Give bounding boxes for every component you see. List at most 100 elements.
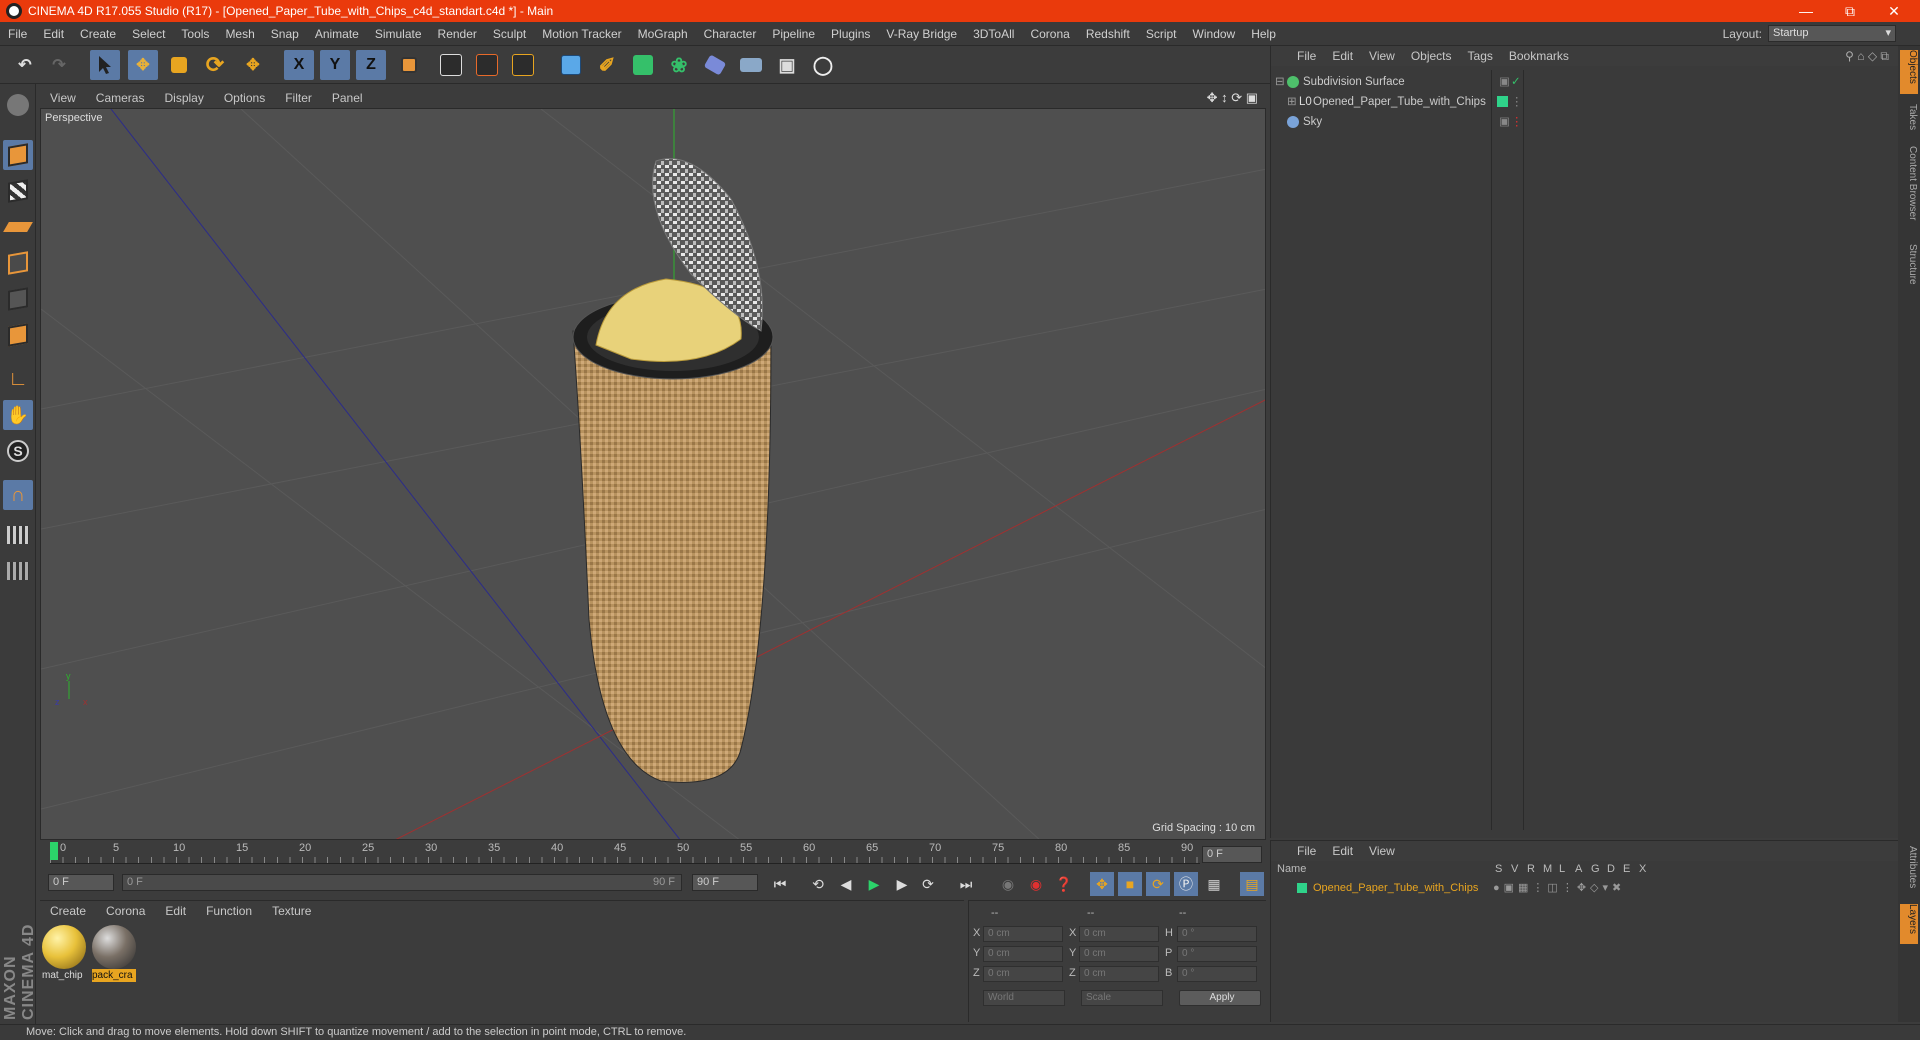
material-menu-texture[interactable]: Texture: [262, 904, 321, 918]
tab-structure[interactable]: Structure: [1900, 244, 1918, 294]
viewport-nav-icon[interactable]: ✥ ↕ ⟳ ▣: [1207, 90, 1258, 106]
viewport-menu-view[interactable]: View: [40, 91, 86, 105]
spline-pen-icon[interactable]: ✐: [592, 50, 622, 80]
menu-file[interactable]: File: [0, 27, 35, 41]
viewport-menu-panel[interactable]: Panel: [322, 91, 373, 105]
objects-menu-view[interactable]: View: [1361, 49, 1403, 63]
next-frame-icon[interactable]: ▶: [890, 872, 914, 896]
menu-animate[interactable]: Animate: [307, 27, 367, 41]
object-row-sky[interactable]: Sky ▣ ⋮: [1271, 112, 1899, 132]
viewport-menu-cameras[interactable]: Cameras: [86, 91, 155, 105]
object-row-subdivision-surface[interactable]: ⊟ Subdivision Surface ▣ ✓: [1271, 72, 1899, 92]
axis-mode-icon[interactable]: ∟: [3, 364, 33, 394]
tab-takes[interactable]: Takes: [1900, 104, 1918, 138]
go-to-end-icon[interactable]: ⏭: [954, 872, 978, 896]
autokey-icon[interactable]: ◉: [1024, 872, 1048, 896]
camera-icon[interactable]: ▣: [772, 50, 802, 80]
timeline-window-icon[interactable]: ▤: [1240, 872, 1264, 896]
scale-tool-icon[interactable]: [164, 50, 194, 80]
menu-edit[interactable]: Edit: [35, 27, 72, 41]
z-axis-button[interactable]: Z: [356, 50, 386, 80]
layers-menu-view[interactable]: View: [1361, 844, 1403, 858]
perspective-viewport[interactable]: y z x Perspective Grid Spacing : 10 cm: [40, 108, 1266, 840]
next-key-icon[interactable]: ⟳: [916, 872, 940, 896]
texture-mode-icon[interactable]: [3, 176, 33, 206]
record-keyframe-icon[interactable]: ◉: [996, 872, 1020, 896]
scale-dropdown[interactable]: Scale: [1081, 990, 1163, 1006]
x-axis-button[interactable]: X: [284, 50, 314, 80]
key-pla-icon[interactable]: ▦: [1202, 872, 1226, 896]
render-picture-viewer-icon[interactable]: [472, 50, 502, 80]
material-item[interactable]: mat_chip: [42, 925, 88, 985]
layers-menu-edit[interactable]: Edit: [1324, 844, 1361, 858]
layer-color-swatch[interactable]: [1497, 96, 1508, 107]
key-parameter-icon[interactable]: Ⓟ: [1174, 872, 1198, 896]
tab-attributes[interactable]: Attributes: [1900, 846, 1918, 896]
viewport-menu-options[interactable]: Options: [214, 91, 275, 105]
layer-toggle-icons[interactable]: ●▣▦⋮◫⋮✥◇▾✖: [1493, 879, 1625, 897]
menu-help[interactable]: Help: [1243, 27, 1284, 41]
workplane-grid-icon[interactable]: [3, 556, 33, 586]
size-x-field[interactable]: 0 cm: [1079, 926, 1159, 942]
magnet-icon[interactable]: ∩: [3, 480, 33, 510]
menu-create[interactable]: Create: [72, 27, 124, 41]
menu-sculpt[interactable]: Sculpt: [485, 27, 534, 41]
snap-icon[interactable]: S: [3, 436, 33, 466]
material-menu-function[interactable]: Function: [196, 904, 262, 918]
visibility-dots-icon[interactable]: ⋮: [1511, 112, 1523, 132]
tab-content-browser[interactable]: Content Browser: [1900, 146, 1918, 236]
menu-simulate[interactable]: Simulate: [367, 27, 430, 41]
enabled-check-icon[interactable]: ✓: [1511, 72, 1521, 92]
deformer-icon[interactable]: [700, 50, 730, 80]
play-icon[interactable]: ▶: [862, 872, 886, 896]
cube-object-icon[interactable]: [556, 50, 586, 80]
menu-3dtoall[interactable]: 3DToAll: [965, 27, 1022, 41]
rot-h-field[interactable]: 0 °: [1177, 926, 1257, 942]
layout-dropdown[interactable]: Startup ▾: [1768, 25, 1896, 42]
key-rotation-icon[interactable]: ⟳: [1146, 872, 1170, 896]
menu-render[interactable]: Render: [430, 27, 485, 41]
tab-layers[interactable]: Layers: [1900, 904, 1918, 944]
objects-menu-tags[interactable]: Tags: [1460, 49, 1501, 63]
pos-y-field[interactable]: 0 cm: [983, 946, 1063, 962]
nurbs-icon[interactable]: [628, 50, 658, 80]
timeline-ruler[interactable]: 0 5 10 15 20 25 30 35 40 45 50 55 60 65 …: [40, 840, 1266, 866]
workplane-mode-icon[interactable]: [3, 212, 33, 242]
redo-icon[interactable]: ↷: [44, 50, 74, 80]
viewport-menu-display[interactable]: Display: [154, 91, 213, 105]
objects-menu-objects[interactable]: Objects: [1403, 49, 1460, 63]
render-view-icon[interactable]: [436, 50, 466, 80]
go-to-start-icon[interactable]: ⏮: [768, 872, 792, 896]
select-tool-icon[interactable]: [90, 50, 120, 80]
coordinate-system-icon[interactable]: [394, 50, 424, 80]
material-menu-create[interactable]: Create: [40, 904, 96, 918]
lock-workplane-icon[interactable]: [3, 520, 33, 550]
move-tool-icon[interactable]: ✥: [128, 50, 158, 80]
previous-key-icon[interactable]: ⟲: [806, 872, 830, 896]
size-y-field[interactable]: 0 cm: [1079, 946, 1159, 962]
tab-objects[interactable]: Objects: [1900, 50, 1918, 94]
menu-window[interactable]: Window: [1185, 27, 1244, 41]
key-scale-icon[interactable]: ■: [1118, 872, 1142, 896]
edges-mode-icon[interactable]: [3, 284, 33, 314]
layers-menu-file[interactable]: File: [1271, 844, 1324, 858]
menu-vray-bridge[interactable]: V-Ray Bridge: [878, 27, 965, 41]
polygons-mode-icon[interactable]: [3, 320, 33, 350]
frame-range-slider[interactable]: 0 F 90 F: [122, 874, 682, 891]
visibility-dots-icon[interactable]: ⋮: [1511, 92, 1523, 112]
layer-icon[interactable]: ▣: [1499, 112, 1510, 132]
menu-script[interactable]: Script: [1138, 27, 1185, 41]
menu-mograph[interactable]: MoGraph: [630, 27, 696, 41]
keyframe-selection-icon[interactable]: ❓: [1052, 872, 1076, 896]
layer-row[interactable]: Opened_Paper_Tube_with_Chips ●▣▦⋮◫⋮✥◇▾✖: [1271, 879, 1899, 897]
menu-plugins[interactable]: Plugins: [823, 27, 878, 41]
make-editable-icon[interactable]: [3, 90, 33, 120]
objects-menu-edit[interactable]: Edit: [1324, 49, 1361, 63]
start-frame-field[interactable]: 0 F: [48, 874, 114, 891]
apply-button[interactable]: Apply: [1179, 990, 1261, 1006]
menu-tools[interactable]: Tools: [173, 27, 217, 41]
array-icon[interactable]: ❀: [664, 50, 694, 80]
menu-redshift[interactable]: Redshift: [1078, 27, 1138, 41]
undo-icon[interactable]: ↶: [10, 50, 40, 80]
search-icon[interactable]: ⚲ ⌂ ◇ ⧉: [1845, 49, 1889, 64]
